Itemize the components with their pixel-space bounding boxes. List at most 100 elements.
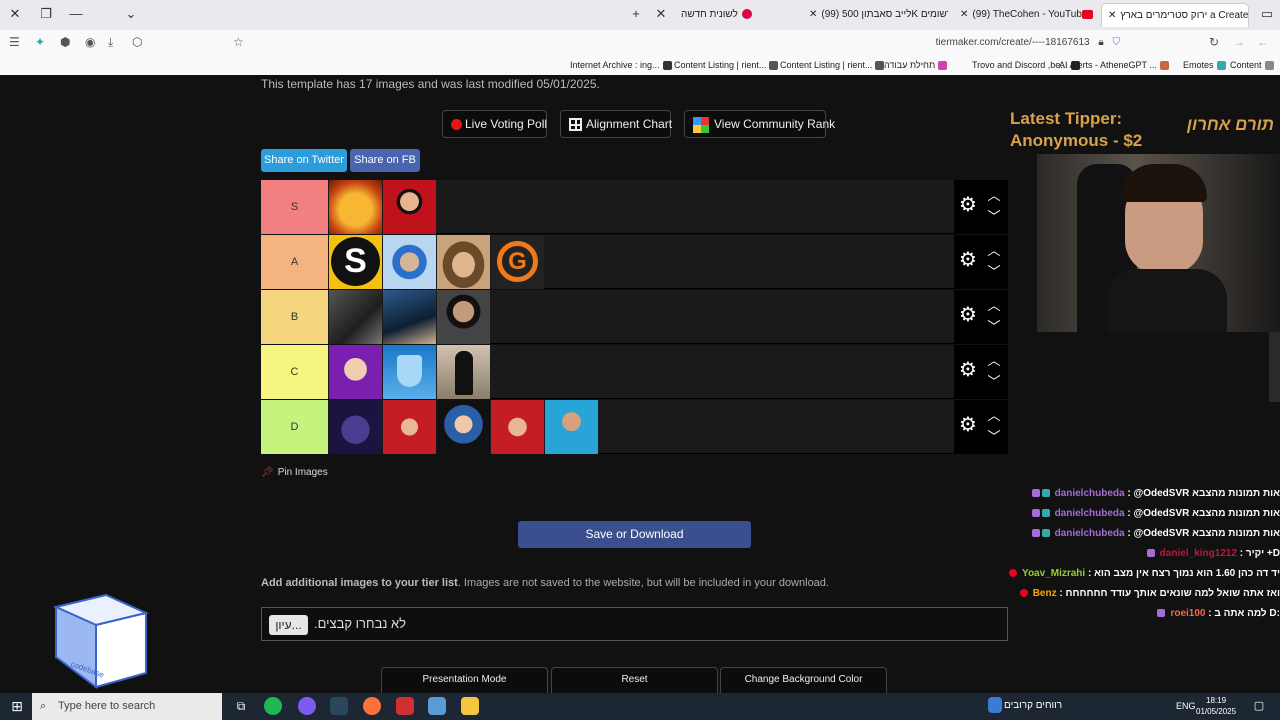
tier-image-lion[interactable] (329, 180, 382, 234)
bookmark-favicon-icon (1159, 61, 1169, 71)
tier-image-avatar[interactable] (491, 400, 544, 454)
chevron-down-icon[interactable]: ﹀ (985, 265, 1003, 279)
tier-image-avatar[interactable] (383, 400, 436, 454)
share-fb-button[interactable]: Share on FB (350, 149, 420, 172)
news-widget-icon[interactable] (988, 697, 1002, 713)
tab-tiermaker-create[interactable]: ✕ ירוק סטרימרים בארץ a Create (1101, 3, 1249, 27)
tier-image-avatar[interactable] (383, 235, 436, 289)
tier-image-chen[interactable] (329, 345, 382, 399)
gear-icon[interactable]: ⚙ (957, 194, 979, 216)
extension-icon[interactable]: ✦ (35, 35, 45, 49)
tier-image-avatar[interactable] (545, 400, 598, 454)
taskbar-search[interactable]: ⌕ Type here to search (32, 693, 222, 720)
tier-label[interactable]: C (261, 345, 328, 399)
tier-label[interactable]: A (261, 235, 328, 289)
bookmark-item[interactable]: Content (1230, 60, 1274, 71)
tier-image-shield[interactable] (383, 345, 436, 399)
download-icon[interactable]: ⤓ (108, 35, 113, 50)
tier-image-avatar[interactable] (437, 235, 490, 289)
tier-image-avatar[interactable] (383, 180, 436, 234)
chevron-up-icon[interactable]: ︿ (985, 244, 1003, 258)
share-twitter-button[interactable]: Share on Twitter (261, 149, 347, 172)
new-tab-icon[interactable]: + (627, 6, 645, 21)
taskbar-clock[interactable]: 18:19 01/05/2025 (1196, 695, 1236, 717)
pocket-icon[interactable]: ⬡ (132, 35, 142, 49)
reset-button[interactable]: Reset (551, 667, 718, 693)
bookmark-item[interactable]: Internet Archive : ing... (570, 60, 672, 71)
bookmark-item[interactable]: Trovo and Discord ,be... (972, 60, 1080, 71)
url-bar[interactable]: tiermaker.com/create/----18167613 🔒︎ ⛉ (250, 33, 1130, 53)
reload-icon[interactable]: ↻ (1209, 35, 1219, 49)
chevron-down-icon[interactable]: ﹀ (985, 430, 1003, 444)
tier-image-s-logo[interactable]: S (329, 235, 382, 289)
tier-label[interactable]: B (261, 290, 328, 344)
windows-start-icon[interactable]: ⊞ (8, 697, 26, 715)
firefox-view-icon[interactable]: ▭ (1258, 6, 1276, 22)
close-tab-icon[interactable]: ✕ (652, 6, 670, 22)
page-scrollbar[interactable] (1269, 332, 1280, 402)
menu-icon[interactable]: ☰ (9, 35, 20, 49)
obs-icon[interactable] (396, 697, 414, 715)
tier-image-avatar[interactable] (437, 400, 490, 454)
tier-image-photo[interactable] (383, 290, 436, 344)
notifications-icon[interactable]: ▢ (1250, 697, 1268, 715)
tray-widget-text[interactable]: רווחים קרובים (1004, 700, 1062, 711)
firefox-icon[interactable] (363, 697, 381, 715)
alignment-chart-button[interactable]: Alignment Chart (560, 110, 672, 138)
steam-icon[interactable] (330, 697, 348, 715)
tier-image-photo[interactable] (437, 345, 490, 399)
extensions-puzzle-icon[interactable]: ⬢ (60, 35, 70, 49)
bookmark-item[interactable]: תחילת עבודה (884, 60, 948, 71)
minimize-window-icon[interactable]: — (67, 6, 85, 21)
tab-new-tab[interactable]: לשונית חדשה (675, 3, 800, 27)
language-indicator[interactable]: ENG (1176, 701, 1196, 711)
file-input[interactable]: עיון... לא נבחרו קבצים. (261, 607, 1008, 641)
tier-image-g-logo[interactable]: G (491, 235, 544, 289)
chevron-up-icon[interactable]: ︿ (985, 189, 1003, 203)
back-icon[interactable]: ← (1257, 35, 1269, 49)
bookmark-item[interactable]: Content Listing | rient... (780, 60, 885, 71)
task-view-icon[interactable]: ⧉ (232, 697, 250, 715)
tab-thecohen-youtube[interactable]: ✕ (99) TheCohen - YouTube (954, 3, 1096, 27)
gear-icon[interactable]: ⚙ (957, 414, 979, 436)
close-tab-icon[interactable]: ✕ (809, 9, 817, 20)
file-explorer-icon[interactable] (461, 697, 479, 715)
tier-image-photo[interactable] (329, 290, 382, 344)
presentation-mode-button[interactable]: Presentation Mode (381, 667, 548, 693)
tab-list-chevron-icon[interactable]: ⌄ (122, 6, 140, 22)
restore-window-icon[interactable]: ❐ (37, 6, 55, 22)
spotify-icon[interactable] (264, 697, 282, 715)
youtube-icon (1082, 10, 1093, 19)
change-background-button[interactable]: Change Background Color (720, 667, 887, 693)
chevron-up-icon[interactable]: ︿ (985, 354, 1003, 368)
discord-icon[interactable] (298, 697, 316, 715)
chevron-down-icon[interactable]: ﹀ (985, 210, 1003, 224)
tier-image-avatar[interactable] (329, 400, 382, 454)
save-download-button[interactable]: Save or Download (518, 521, 751, 548)
tier-image-photo[interactable] (437, 290, 490, 344)
forward-icon[interactable]: → (1233, 35, 1245, 49)
close-tab-icon[interactable]: ✕ (960, 9, 968, 20)
close-window-icon[interactable]: ✕ (6, 6, 24, 22)
tier-label[interactable]: S (261, 180, 328, 234)
chevron-down-icon[interactable]: ﹀ (985, 320, 1003, 334)
chevron-down-icon[interactable]: ﹀ (985, 375, 1003, 389)
bookmark-item[interactable]: Emotes (1183, 60, 1226, 71)
pin-images-toggle[interactable]: 📌︎ Pin Images (261, 467, 328, 478)
live-voting-button[interactable]: Live Voting Poll (442, 110, 547, 138)
community-rank-button[interactable]: View Community Rank (684, 110, 835, 138)
chevron-up-icon[interactable]: ︿ (985, 299, 1003, 313)
app-icon[interactable] (428, 697, 446, 715)
bookmark-star-icon[interactable]: ☆ (233, 35, 244, 49)
account-icon[interactable]: ◉ (85, 35, 95, 49)
tab-subathon[interactable]: ✕ (99) לייב סאבתון 500K רשומים (803, 3, 948, 27)
chevron-up-icon[interactable]: ︿ (985, 409, 1003, 423)
close-tab-icon[interactable]: ✕ (1108, 10, 1116, 21)
gear-icon[interactable]: ⚙ (957, 249, 979, 271)
search-icon: ⌕ (40, 700, 47, 712)
gear-icon[interactable]: ⚙ (957, 359, 979, 381)
gear-icon[interactable]: ⚙ (957, 304, 979, 326)
tier-label[interactable]: D (261, 400, 328, 454)
bookmark-item[interactable]: Content Listing | rient... (674, 60, 779, 71)
browse-button[interactable]: עיון... (269, 615, 308, 635)
